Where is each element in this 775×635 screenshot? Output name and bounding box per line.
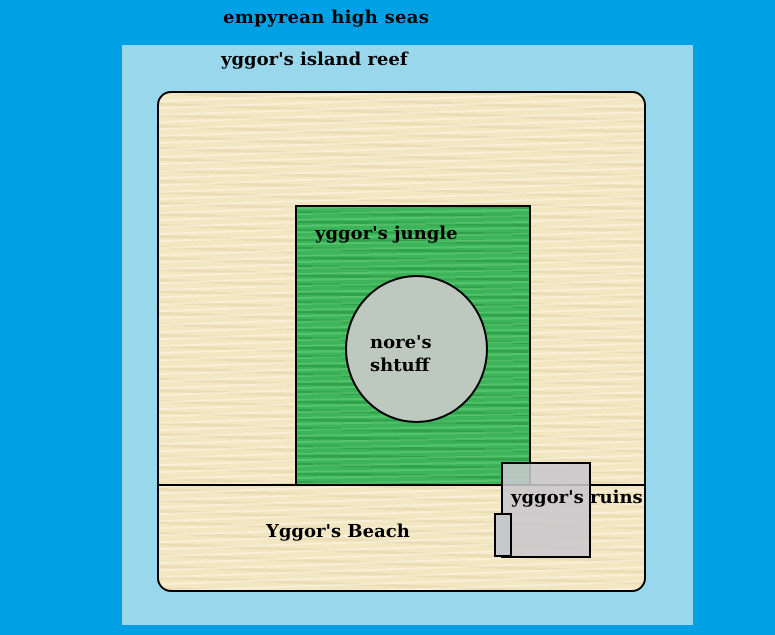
jungle-label: yggor's jungle (315, 223, 458, 244)
ruins-label: yggor's ruins (511, 487, 643, 508)
reef-label: yggor's island reef (221, 49, 408, 70)
ruins-region (501, 462, 591, 558)
ruins-door (494, 513, 512, 557)
beach-label: Yggor's Beach (266, 521, 410, 542)
map-canvas: empyrean high seas yggor's island reef y… (0, 0, 775, 635)
seas-label: empyrean high seas (223, 7, 430, 28)
shtuff-label: nore's shtuff (370, 332, 432, 376)
